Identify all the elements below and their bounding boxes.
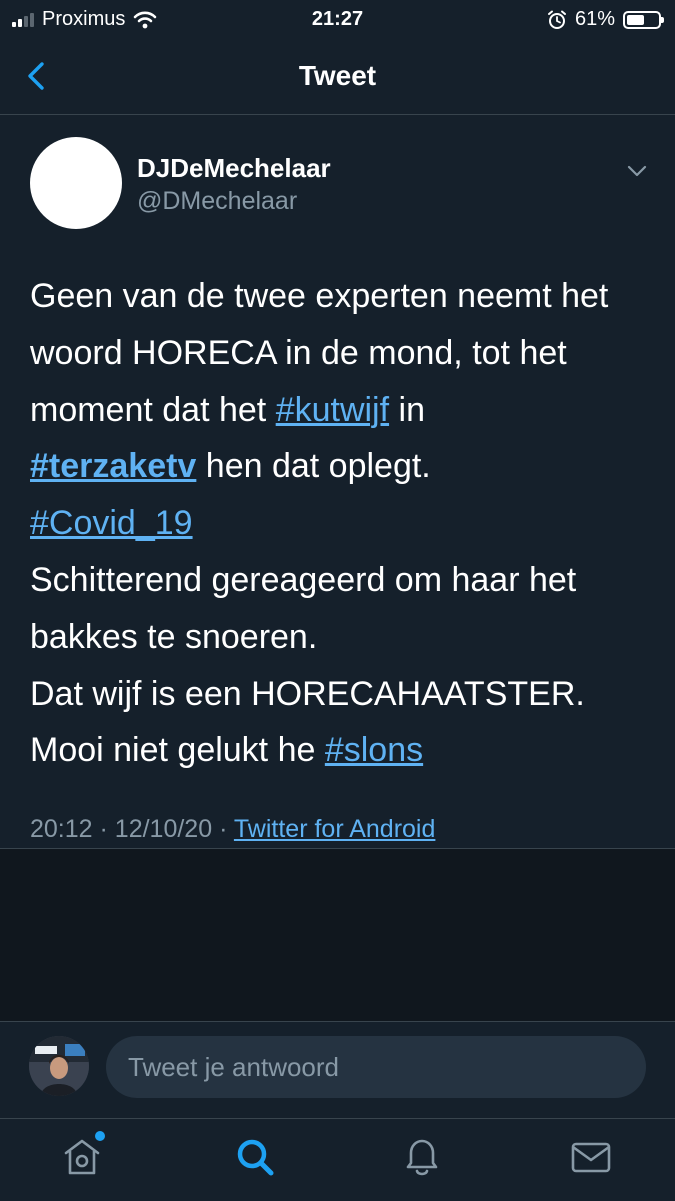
tweet-text-segment: hen dat oplegt.	[196, 447, 431, 486]
empty-section	[0, 849, 675, 1021]
nav-bar: Tweet	[0, 40, 675, 115]
status-bar: Proximus 21:27 61%	[0, 0, 675, 40]
messages-icon[interactable]	[567, 1133, 615, 1181]
tweet-text-line: #terzaketv hen dat oplegt.	[30, 438, 650, 495]
author-name[interactable]: DJDeMechelaar	[137, 153, 331, 184]
tweet-text-segment: bakkes te snoeren.	[30, 617, 318, 656]
tweet-text-line: Schitterend gereageerd om haar het	[30, 552, 650, 609]
user-avatar[interactable]	[29, 1036, 89, 1096]
tweet-text: Geen van de twee experten neemt het woord…	[30, 268, 650, 779]
tweet-text-line: bakkes te snoeren.	[30, 609, 650, 666]
battery-percent: 61%	[574, 8, 615, 30]
notification-dot	[95, 1131, 105, 1141]
search-icon[interactable]	[231, 1133, 279, 1181]
tab-bar	[0, 1118, 675, 1201]
tweet-text-segment: Mooi niet gelukt he	[30, 731, 325, 770]
tweet-text-line: Dat wijf is een HORECAHAATSTER.	[30, 666, 650, 723]
tweet-text-segment: in	[389, 390, 425, 429]
tweet-text-segment: woord HORECA in de mond, tot het	[30, 333, 567, 372]
tweet-date: 12/10/20	[114, 815, 213, 843]
reply-input[interactable]	[106, 1036, 646, 1098]
hashtag-link[interactable]: #kutwijf	[276, 391, 389, 429]
author-avatar[interactable]	[30, 137, 122, 229]
tweet-text-line: #Covid_19	[30, 495, 650, 552]
hashtag-link[interactable]: #terzaketv	[30, 447, 196, 485]
reply-bar	[0, 1022, 675, 1118]
tweet-text-segment: Geen van de twee experten neemt het	[30, 277, 609, 315]
page-title: Tweet	[298, 60, 377, 91]
meta-separator: ·	[99, 815, 108, 843]
tweet-text-segment: moment dat het	[30, 390, 276, 429]
avatar-image	[29, 1036, 89, 1096]
tweet-text-segment: Dat wijf is een HORECAHAATSTER.	[30, 674, 585, 713]
hashtag-link[interactable]: #Covid_19	[30, 504, 193, 542]
battery-level	[627, 14, 644, 25]
tweet-text-line: Geen van de twee experten neemt het	[30, 268, 650, 325]
notifications-icon[interactable]	[398, 1133, 446, 1181]
meta-separator: ·	[219, 815, 228, 843]
chevron-down-icon[interactable]	[625, 159, 649, 183]
tweet-text-line: Mooi niet gelukt he #slons	[30, 722, 650, 779]
battery-icon	[623, 10, 664, 29]
tweet-meta: 20:12 · 12/10/20 · Twitter for Android	[30, 815, 435, 844]
tweet-text-line: woord HORECA in de mond, tot het	[30, 325, 650, 382]
tweet-text-segment: Schitterend gereageerd om haar het	[30, 560, 577, 599]
tweet-text-line: moment dat het #kutwijf in	[30, 382, 650, 439]
tweet-source-link[interactable]: Twitter for Android	[234, 815, 435, 843]
author-handle[interactable]: @DMechelaar	[137, 187, 297, 216]
tweet-time: 20:12	[30, 815, 93, 843]
status-right: 61%	[547, 8, 664, 31]
hashtag-link[interactable]: #slons	[325, 731, 423, 769]
alarm-icon	[547, 10, 566, 29]
